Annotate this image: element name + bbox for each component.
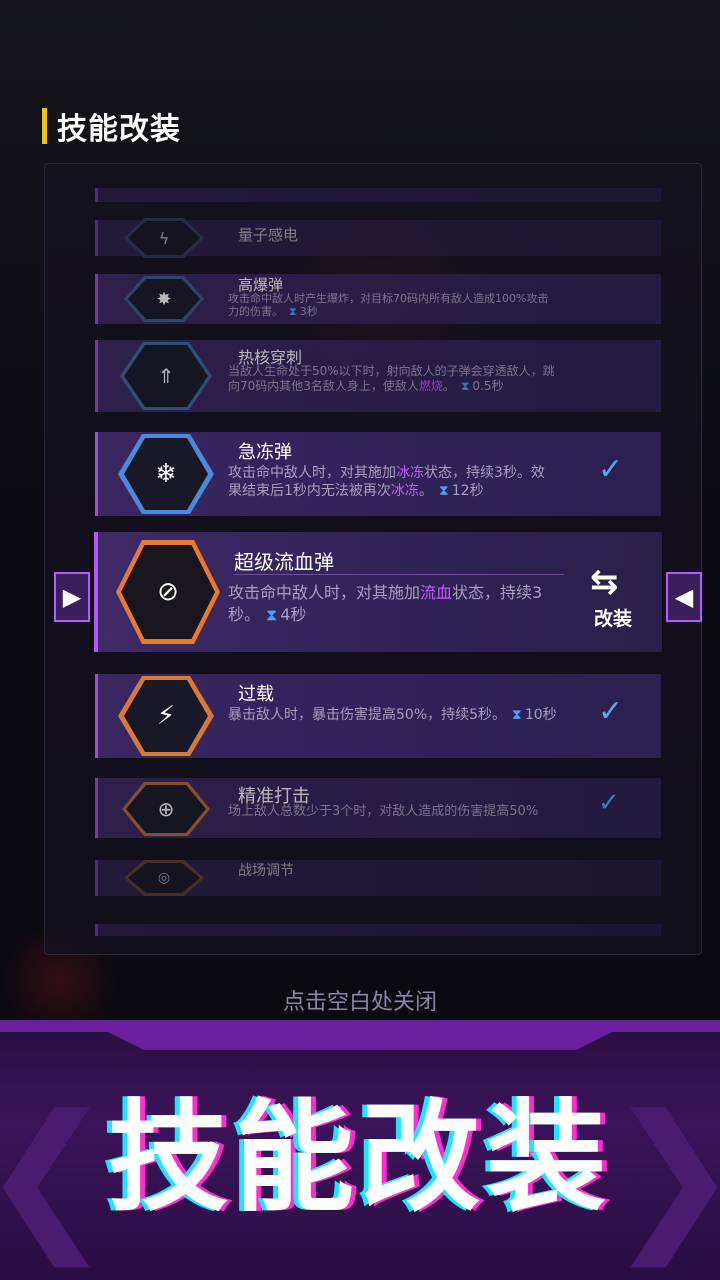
skill-card[interactable]: ❄ 急冻弹 攻击命中敌人时，对其施加冰冻状态，持续3秒。效果结束后1秒内无法被再… [95,432,661,516]
skill-name: 急冻弹 [238,442,292,463]
skill-name: 过载 [238,684,274,705]
skill-description: 攻击命中敌人时，对其施加冰冻状态，持续3秒。效果结束后1秒内无法被再次冰冻。 ⧗ 1… [228,465,545,499]
skill-card[interactable] [95,924,661,936]
explosion-icon: ✸ [128,279,200,319]
triangle-right-icon[interactable]: ▶ [54,572,90,622]
swap-arrows-icon[interactable]: ⇆ [590,562,619,602]
overload-icon: ⚡ [124,680,208,752]
skill-hex-frame: ϟ [124,218,204,258]
triangle-left-icon[interactable]: ◀ [666,572,702,622]
modify-button[interactable]: 改装 [594,604,632,631]
divider [234,574,564,575]
snowflake-icon: ❄ [124,438,208,510]
skill-hex-frame: ⊕ [122,782,210,836]
skill-hex-frame: ⊘ [116,540,220,644]
banner-frame [0,1020,720,1050]
adjust-icon: ◎ [128,863,200,893]
hourglass-icon: ⧗ [512,707,522,723]
skill-hex-frame: ⚡ [118,676,214,756]
skill-card[interactable]: ⚡ 过载 暴击敌人时，暴击伤害提高50%，持续5秒。 ⧗ 10秒 ✓ [95,674,661,758]
crosshair-icon: ⊕ [126,785,206,833]
skill-hex-frame: ❄ [118,434,214,514]
hourglass-icon: ⧗ [438,483,449,499]
skill-card[interactable]: ◎ 战场调节 [95,860,661,896]
page-header: 技能改装 [42,106,181,147]
hourglass-icon: ⧗ [460,379,470,393]
skill-card[interactable]: ⊕ 精准打击 场上敌人总数少于3个时，对敌人造成的伤害提高50% ✓ [95,778,661,838]
skill-description: 攻击命中敌人时产生爆炸，对目标70码内所有敌人造成100%攻击力的伤害。 ⧗ 3秒 [228,292,549,318]
skill-card[interactable]: ϟ 量子感电 [95,218,661,258]
banner-title: 技能改装 [108,1089,612,1228]
lightning-icon: ϟ [128,221,200,255]
skill-description: 当敌人生命处于50%以下时，射向敌人的子弹会穿透敌人，跳向70码内其他3名敌人身… [228,364,555,393]
page-title: 技能改装 [57,112,181,147]
title-accent-bar [42,108,47,144]
hourglass-icon: ⧗ [266,605,278,624]
skill-card[interactable]: ✸ 高爆弹 攻击命中敌人时产生爆炸，对目标70码内所有敌人造成100%攻击力的伤… [95,274,661,324]
selected-skill-card[interactable]: ⊘ 超级流血弹 攻击命中敌人时，对其施加流血状态，持续3秒。 ⧗ 4秒 ⇆ 改装 [94,532,662,652]
skill-name: 超级流血弹 [234,550,334,574]
skill-name: 量子感电 [238,226,299,244]
checkmark-icon: ✓ [598,788,620,818]
skill-hex-frame: ⇑ [120,342,212,410]
skill-description: 暴击敌人时，暴击伤害提高50%，持续5秒。 ⧗ 10秒 [228,707,557,723]
blood-drop-icon: ⊘ [121,545,215,639]
hourglass-icon: ⧗ [289,305,297,318]
promo-banner: ❮ ❯ 技能改装 [0,1020,720,1280]
skill-name: 战场调节 [238,863,294,879]
checkmark-icon: ✓ [598,694,624,729]
skill-description: 场上敌人总数少于3个时，对敌人造成的伤害提高50% [228,804,539,819]
close-hint[interactable]: 点击空白处关闭 [0,984,720,1016]
pierce-icon: ⇑ [124,345,208,407]
skill-description: 攻击命中敌人时，对其施加流血状态，持续3秒。 ⧗ 4秒 [228,583,543,624]
skill-hex-frame: ◎ [124,860,204,896]
skill-card-quantum[interactable] [95,188,661,202]
skill-hex-frame: ✸ [124,276,204,322]
skill-card[interactable]: ⇑ 热核穿刺 当敌人生命处于50%以下时，射向敌人的子弹会穿透敌人，跳向70码内… [95,340,661,412]
checkmark-icon: ✓ [598,452,624,487]
